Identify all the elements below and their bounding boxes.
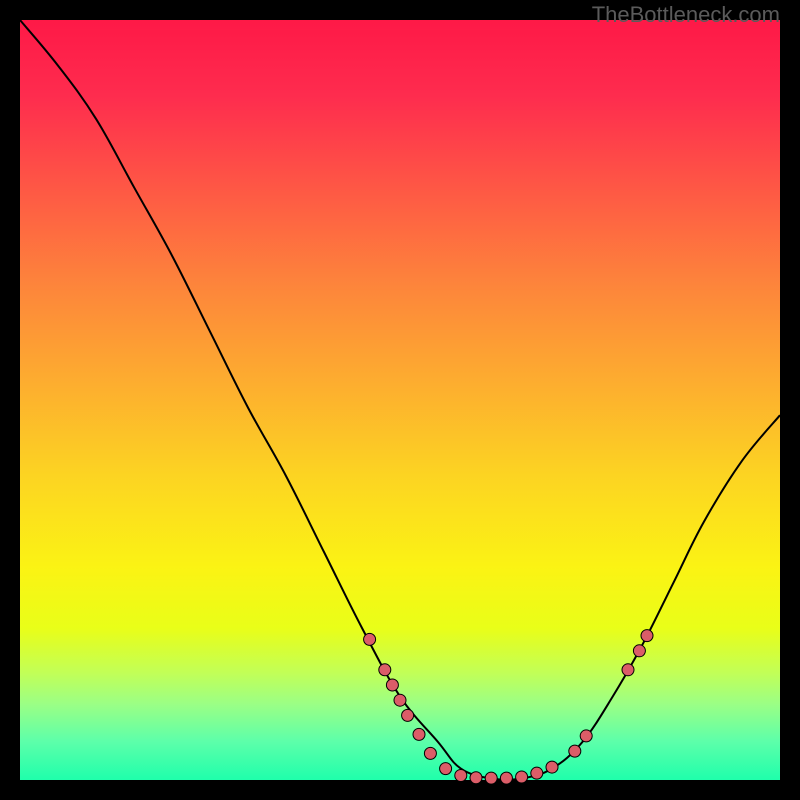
data-marker	[379, 664, 391, 676]
data-marker	[622, 664, 634, 676]
chart-frame: TheBottleneck.com	[0, 0, 800, 800]
data-marker	[516, 771, 528, 783]
data-marker	[394, 694, 406, 706]
bottleneck-curve	[20, 20, 780, 780]
data-marker	[470, 772, 482, 784]
data-marker	[641, 630, 653, 642]
data-marker	[424, 747, 436, 759]
watermark-text: TheBottleneck.com	[592, 2, 780, 28]
curve-svg	[20, 20, 780, 780]
data-marker	[531, 767, 543, 779]
data-marker	[569, 745, 581, 757]
data-marker	[580, 730, 592, 742]
data-marker	[500, 772, 512, 784]
data-marker	[546, 761, 558, 773]
data-marker	[485, 772, 497, 784]
plot-area	[20, 20, 780, 780]
data-marker	[402, 709, 414, 721]
data-marker	[413, 728, 425, 740]
data-marker	[455, 769, 467, 781]
data-marker	[440, 763, 452, 775]
data-marker	[386, 679, 398, 691]
data-marker	[633, 645, 645, 657]
data-marker	[364, 633, 376, 645]
